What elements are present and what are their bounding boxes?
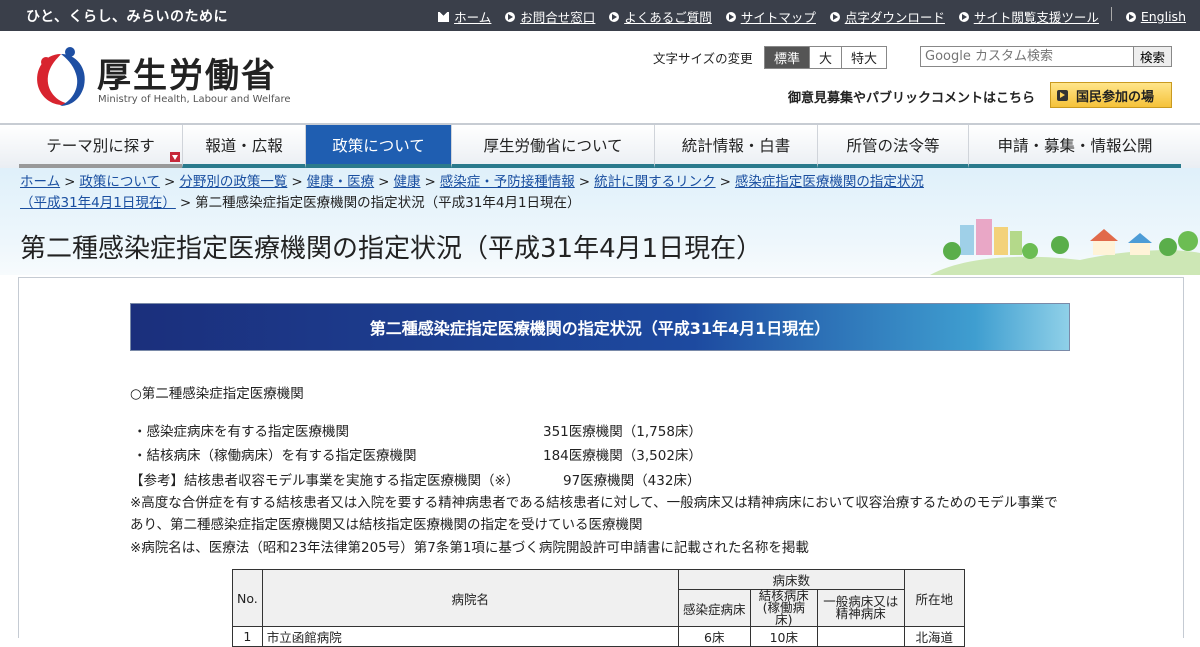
- nav-label: 申請・募集・情報公開: [997, 136, 1153, 155]
- top-bar: ひと、くらし、みらいのために ホーム お問合せ窓口 よくあるご質問 サイトマップ…: [0, 0, 1200, 31]
- public-comment-link[interactable]: 御意見募集やパブリックコメントはこちら: [788, 87, 1035, 106]
- nav-theme[interactable]: テーマ別に探す: [19, 125, 182, 168]
- breadcrumb-link[interactable]: 感染症・予防接種情報: [440, 174, 575, 190]
- accessibility-tool-label: サイト閲覧支援ツール: [973, 10, 1099, 25]
- nav-about[interactable]: 厚生労働省について: [451, 125, 654, 168]
- arrow-icon: [1057, 89, 1068, 101]
- nav-statistics[interactable]: 統計情報・白書: [654, 125, 817, 168]
- nav-laws[interactable]: 所管の法令等: [817, 125, 968, 168]
- nav-label: 報道・広報: [205, 136, 283, 155]
- tagline: ひと、くらし、みらいのために: [26, 9, 229, 25]
- participation-button-label: 国民参加の場: [1076, 89, 1155, 105]
- col-name: 病院名: [261, 569, 679, 627]
- org-name[interactable]: 厚生労働省: [97, 48, 277, 97]
- breadcrumb-link[interactable]: 健康・医療: [307, 174, 375, 190]
- participation-button[interactable]: 国民参加の場: [1050, 82, 1172, 108]
- font-size-xlarge-button[interactable]: 特大: [841, 47, 887, 68]
- search-input[interactable]: [921, 47, 1133, 66]
- mhlw-logo[interactable]: [30, 44, 92, 110]
- section-label: ○第二種感染症指定医療機関: [130, 386, 304, 402]
- top-links: ホーム お問合せ窓口 よくあるご質問 サイトマップ 点字ダウンロード サイト閲覧…: [424, 7, 1186, 26]
- summary-value: 184医療機関（3,502床）: [543, 448, 702, 464]
- col-no: No.: [232, 569, 263, 627]
- braille-download-link[interactable]: 点字ダウンロード: [829, 7, 945, 26]
- arrow-circle-icon: [505, 11, 516, 22]
- col-location: 所在地: [903, 569, 965, 627]
- sitemap-link[interactable]: サイトマップ: [725, 7, 816, 26]
- col-infection-beds: 感染症病床: [677, 589, 751, 627]
- summary-label: 【参考】結核患者収容モデル事業を実施する指定医療機関（※）: [130, 473, 520, 489]
- faq-link[interactable]: よくあるご質問: [609, 7, 712, 26]
- hospital-table: No. 病院名 病床数 所在地 感染症病床 結核病床 (稼働病床) 一般病床又は…: [232, 569, 965, 647]
- col-beds: 病床数: [677, 569, 905, 590]
- page-title: 第二種感染症指定医療機関の指定状況（平成31年4月1日現在）: [20, 234, 763, 264]
- nav-label: 厚生労働省について: [483, 136, 623, 155]
- arrow-circle-icon: [609, 11, 620, 22]
- nav-policy[interactable]: 政策について: [305, 125, 451, 168]
- summary-label: ・結核病床（稼働病床）を有する指定医療機関: [133, 448, 417, 464]
- contact-link[interactable]: お問合せ窓口: [505, 7, 595, 26]
- font-size-switcher: 標準 大 特大: [764, 46, 888, 69]
- note-model-project: ※高度な合併症を有する結核患者又は入院を要する精神病患者である結核患者に対して、…: [130, 495, 1058, 533]
- org-name-en: Ministry of Health, Labour and Welfare: [98, 94, 291, 105]
- global-nav: テーマ別に探す 報道・広報 政策について 厚生労働省について 統計情報・白書 所…: [0, 123, 1200, 170]
- contact-link-label: お問合せ窓口: [520, 10, 596, 25]
- breadcrumb-link[interactable]: 統計に関するリンク: [594, 174, 716, 190]
- font-size-label: 文字サイズの変更: [653, 51, 753, 66]
- note-hospital-name: ※病院名は、医療法（昭和23年法律第205号）第7条第1項に基づく病院開設許可申…: [130, 540, 809, 556]
- faq-link-label: よくあるご質問: [624, 10, 712, 25]
- dropdown-arrow-icon: [170, 152, 180, 162]
- col-tb-beds: 結核病床 (稼働病床): [749, 589, 818, 627]
- sitemap-link-label: サイトマップ: [740, 10, 816, 25]
- search-box: 検索: [920, 46, 1172, 67]
- home-link-label: ホーム: [454, 10, 492, 25]
- breadcrumb-link[interactable]: 感染症指定医療機関の指定状況: [735, 174, 924, 190]
- english-link[interactable]: English: [1125, 7, 1186, 26]
- nav-label: テーマ別に探す: [46, 136, 155, 155]
- divider: [1110, 7, 1112, 21]
- breadcrumb: ホーム > 政策について > 分野別の政策一覧 > 健康・医療 > 健康 > 感染症・予防接種情報 >…: [20, 174, 924, 211]
- summary-value: 97医療機関（432床）: [563, 473, 701, 489]
- search-button[interactable]: 検索: [1133, 47, 1171, 66]
- arrow-circle-icon: [725, 11, 736, 22]
- breadcrumb-current: 第二種感染症指定医療機関の指定状況（平成31年4月1日現在）: [195, 195, 581, 211]
- arrow-circle-icon: [958, 11, 969, 22]
- nav-label: 統計情報・白書: [681, 136, 791, 155]
- summary-label: ・感染症病床を有する指定医療機関: [133, 424, 349, 440]
- town-illustration: [930, 219, 1200, 275]
- home-link[interactable]: ホーム: [438, 7, 491, 26]
- braille-download-label: 点字ダウンロード: [844, 10, 945, 25]
- breadcrumb-link[interactable]: 政策について: [79, 174, 160, 190]
- nav-press[interactable]: 報道・広報: [182, 125, 305, 168]
- summary-value: 351医療機関（1,758床）: [543, 424, 702, 440]
- breadcrumb-link[interactable]: 健康: [393, 174, 420, 190]
- arrow-circle-icon: [829, 11, 840, 22]
- nav-label: 所管の法令等: [846, 136, 940, 155]
- arrow-circle-icon: [1125, 11, 1136, 22]
- breadcrumb-link[interactable]: 分野別の政策一覧: [179, 174, 287, 190]
- home-icon: [438, 11, 450, 22]
- nav-applications[interactable]: 申請・募集・情報公開: [968, 125, 1181, 168]
- breadcrumb-link[interactable]: ホーム: [20, 174, 60, 190]
- font-size-large-button[interactable]: 大: [809, 47, 842, 68]
- font-size-standard-button[interactable]: 標準: [765, 47, 810, 68]
- accessibility-tool-link[interactable]: サイト閲覧支援ツール: [958, 7, 1099, 26]
- english-link-label: English: [1140, 9, 1186, 24]
- col-general-beds: 一般病床又は 精神病床: [816, 589, 905, 627]
- breadcrumb-link[interactable]: （平成31年4月1日現在）: [20, 195, 176, 211]
- nav-label: 政策について: [332, 136, 425, 155]
- doc-heading: 第二種感染症指定医療機関の指定状況（平成31年4月1日現在）: [130, 303, 1070, 351]
